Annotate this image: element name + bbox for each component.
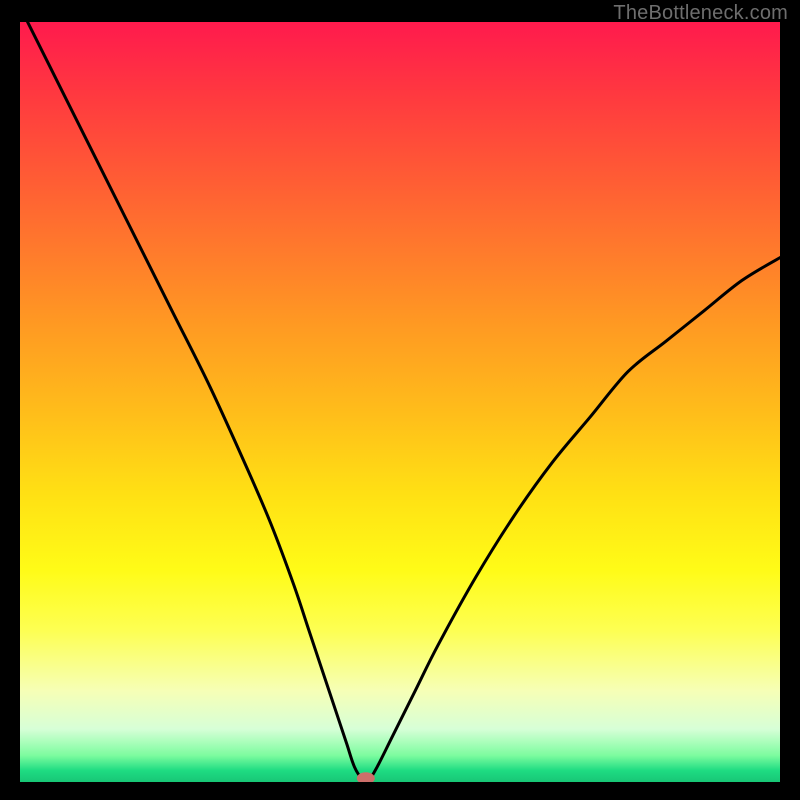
plot-area: [20, 22, 780, 782]
watermark-text: TheBottleneck.com: [613, 2, 788, 25]
chart-svg: [20, 22, 780, 782]
bottleneck-curve: [28, 22, 780, 780]
chart-frame: TheBottleneck.com: [0, 0, 800, 800]
